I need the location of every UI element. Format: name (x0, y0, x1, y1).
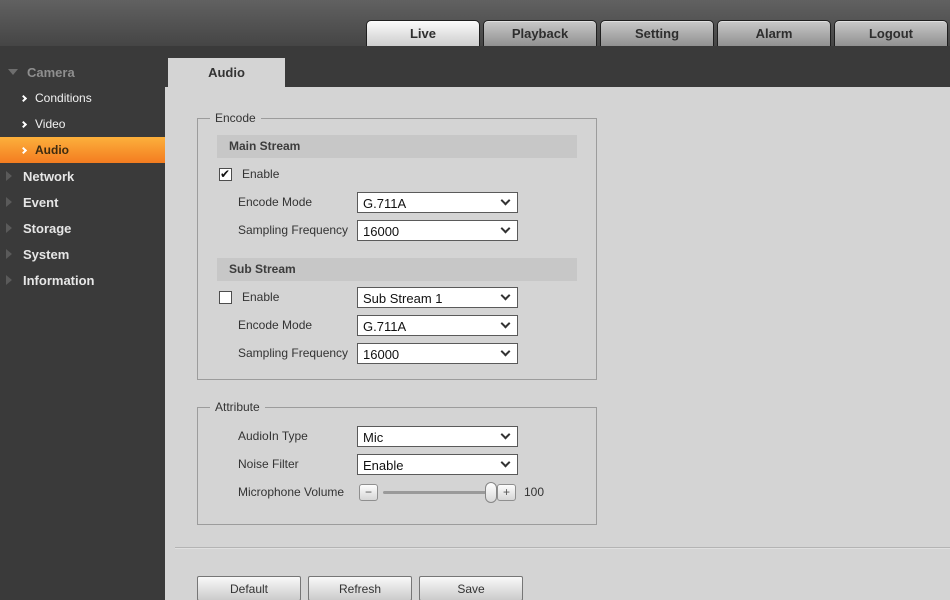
attribute-legend: Attribute (215, 400, 260, 414)
default-button[interactable]: Default (197, 576, 301, 600)
select-value: Sub Stream 1 (363, 290, 443, 306)
select-value: 16000 (363, 223, 400, 239)
sidebar-item-conditions[interactable]: Conditions (0, 85, 165, 111)
sub-stream-enable-row: Enable Sub Stream 1 (198, 283, 596, 311)
content-area: Encode Main Stream Enable Encode Mode G.… (165, 87, 950, 600)
attribute-group: Attribute AudioIn Type Mic Noise Filter … (197, 400, 597, 525)
noise-filter-select[interactable]: Enable (357, 453, 518, 475)
sidebar-item-label: Video (35, 117, 66, 131)
noise-filter-label: Noise Filter (238, 457, 299, 471)
sub-sampling-frequency-row: Sampling Frequency 16000 (198, 339, 596, 367)
sidebar-item-label: Conditions (35, 91, 92, 105)
triangle-right-icon (6, 223, 12, 233)
sidebar-item-network[interactable]: Network (0, 163, 165, 189)
chevron-right-icon (19, 146, 28, 154)
enable-label: Enable (242, 290, 280, 304)
main-sampling-frequency-select[interactable]: 16000 (357, 219, 518, 241)
tab-alarm[interactable]: Alarm (717, 20, 831, 46)
save-button[interactable]: Save (419, 576, 523, 600)
page-tab-bar: Audio (165, 46, 950, 87)
chevron-right-icon (19, 120, 28, 128)
header-tab-bar: Live Playback Setting Alarm Logout (363, 20, 948, 46)
chevron-right-icon (19, 94, 28, 102)
sub-stream-select[interactable]: Sub Stream 1 (357, 286, 518, 308)
encode-mode-label: Encode Mode (238, 318, 313, 332)
sampling-frequency-label: Sampling Frequency (238, 346, 349, 360)
volume-slider-track[interactable] (383, 481, 497, 503)
sidebar-item-label: Storage (23, 220, 72, 236)
sidebar-item-system[interactable]: System (0, 241, 165, 267)
main-encode-mode-row: Encode Mode G.711A (198, 188, 596, 216)
sub-stream-header: Sub Stream (217, 258, 577, 281)
tab-setting[interactable]: Setting (600, 20, 714, 46)
main-sampling-frequency-row: Sampling Frequency 16000 (198, 216, 596, 244)
sidebar-item-audio[interactable]: Audio (0, 137, 165, 163)
tab-live[interactable]: Live (366, 20, 480, 46)
triangle-right-icon (6, 171, 12, 181)
top-header: Live Playback Setting Alarm Logout (0, 0, 950, 46)
triangle-right-icon (6, 249, 12, 259)
sidebar-item-label: Camera (27, 64, 75, 80)
sub-stream-title: Sub Stream (229, 262, 296, 276)
sidebar-item-information[interactable]: Information (0, 267, 165, 293)
tab-logout[interactable]: Logout (834, 20, 948, 46)
tab-playback[interactable]: Playback (483, 20, 597, 46)
audioin-type-select[interactable]: Mic (357, 425, 518, 447)
main-encode-mode-select[interactable]: G.711A (357, 191, 518, 213)
main-stream-enable-row: Enable (198, 160, 596, 188)
main-stream-enable-checkbox[interactable] (219, 167, 232, 181)
app-window: Live Playback Setting Alarm Logout Camer… (0, 0, 950, 600)
volume-increase-button[interactable]: + (497, 483, 516, 501)
triangle-down-icon (8, 69, 18, 75)
sidebar-item-camera[interactable]: Camera (0, 59, 165, 85)
sidebar-item-label: Event (23, 194, 59, 210)
sub-encode-mode-select[interactable]: G.711A (357, 314, 518, 336)
audioin-type-label: AudioIn Type (238, 429, 308, 443)
volume-slider-handle[interactable] (485, 481, 497, 503)
enable-label: Enable (242, 167, 280, 181)
select-value: Enable (363, 457, 404, 473)
sidebar-item-label: System (23, 246, 70, 262)
sidebar-item-storage[interactable]: Storage (0, 215, 165, 241)
triangle-right-icon (6, 275, 12, 285)
tab-audio-page[interactable]: Audio (168, 58, 285, 87)
refresh-button[interactable]: Refresh (308, 576, 412, 600)
sampling-frequency-label: Sampling Frequency (238, 223, 349, 237)
select-value: Mic (363, 429, 384, 445)
microphone-volume-row: Microphone Volume − + 100 (198, 478, 596, 506)
sidebar-item-event[interactable]: Event (0, 189, 165, 215)
main-stream-header: Main Stream (217, 135, 577, 158)
encode-legend: Encode (215, 111, 256, 125)
sidebar-nav: Camera Conditions Video Audio Network Ev… (0, 46, 165, 600)
microphone-volume-label: Microphone Volume (238, 485, 345, 499)
volume-decrease-button[interactable]: − (359, 483, 378, 501)
triangle-right-icon (6, 197, 12, 207)
sub-stream-enable-checkbox[interactable] (219, 290, 232, 304)
volume-value: 100 (524, 485, 545, 499)
encode-group: Encode Main Stream Enable Encode Mode G.… (197, 111, 597, 380)
select-value: G.711A (363, 318, 407, 334)
sidebar-item-label: Network (23, 168, 75, 184)
sidebar-item-label: Audio (35, 143, 69, 157)
sidebar-item-video[interactable]: Video (0, 111, 165, 137)
divider (175, 547, 950, 548)
action-button-row: Default Refresh Save (197, 576, 950, 600)
encode-mode-label: Encode Mode (238, 195, 313, 209)
sub-encode-mode-row: Encode Mode G.711A (198, 311, 596, 339)
sub-sampling-frequency-select[interactable]: 16000 (357, 342, 518, 364)
noise-filter-row: Noise Filter Enable (198, 450, 596, 478)
select-value: G.711A (363, 195, 407, 211)
main-stream-title: Main Stream (229, 139, 301, 153)
audioin-type-row: AudioIn Type Mic (198, 422, 596, 450)
sidebar-item-label: Information (23, 272, 95, 288)
main-panel: Audio Encode Main Stream Enable Encode M… (165, 46, 950, 600)
select-value: 16000 (363, 346, 400, 362)
body-row: Camera Conditions Video Audio Network Ev… (0, 46, 950, 600)
